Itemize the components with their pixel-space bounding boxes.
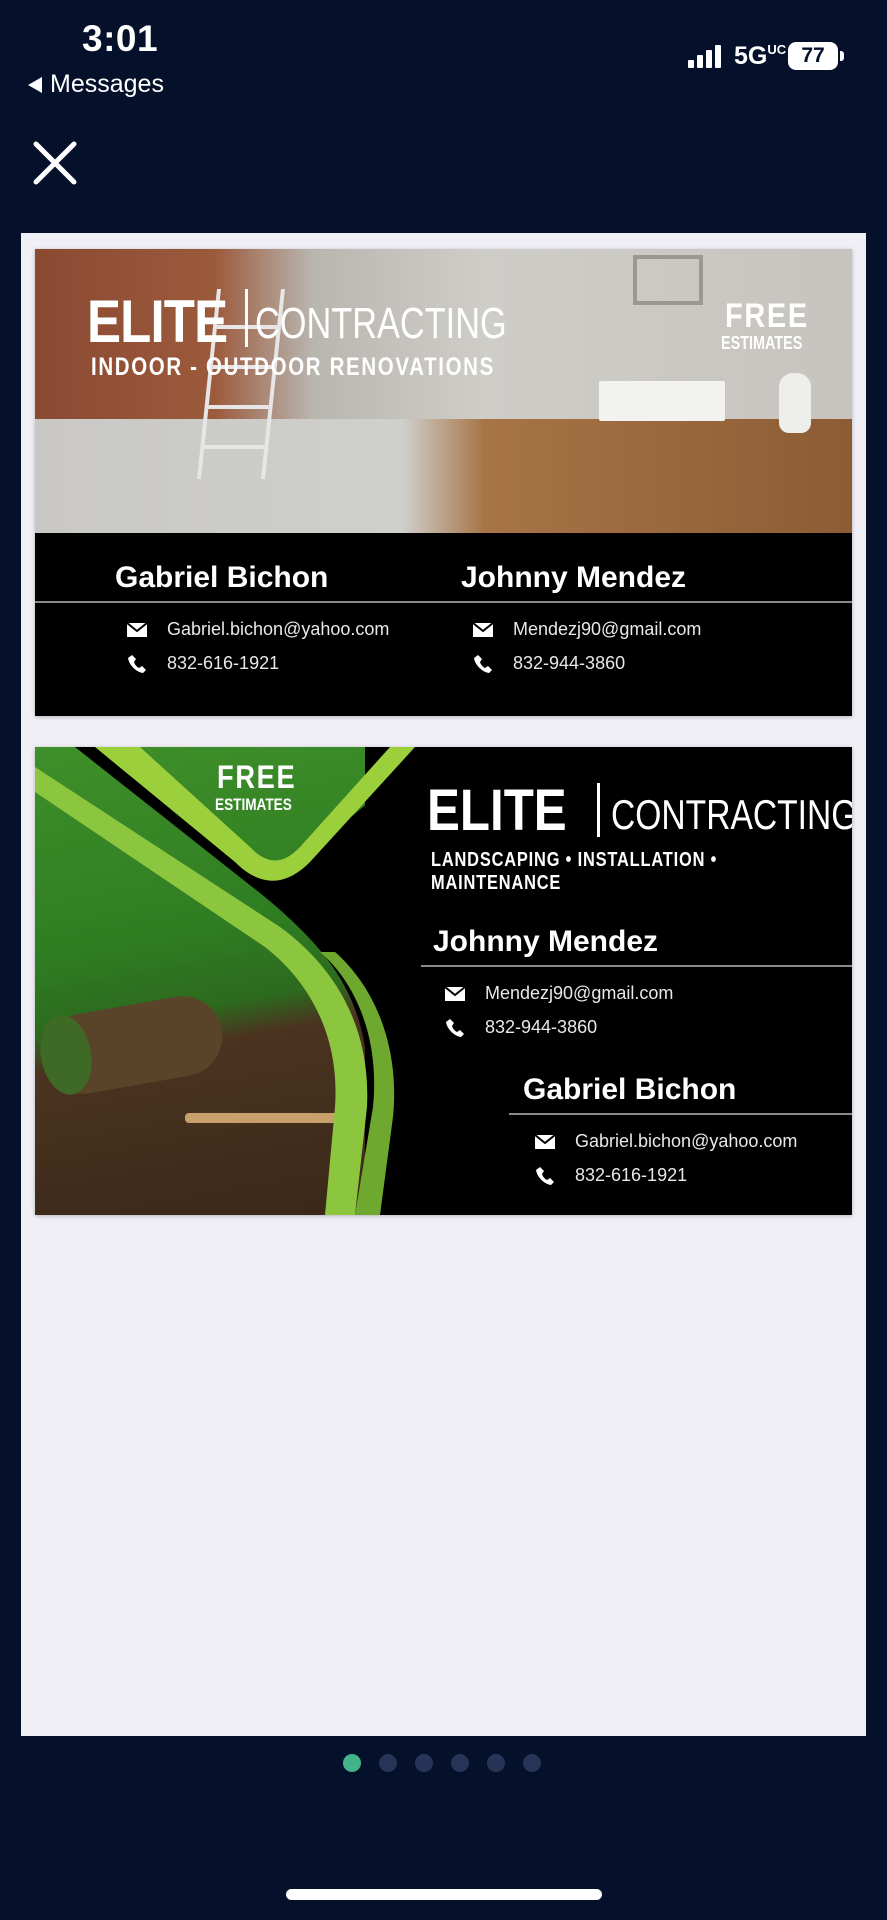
email-text: Mendezj90@gmail.com <box>513 619 702 639</box>
logo-divider <box>597 783 600 837</box>
battery-level: 77 <box>788 42 838 70</box>
phone-icon <box>474 654 492 673</box>
page-dot[interactable] <box>415 1754 433 1772</box>
envelope-icon <box>473 622 493 637</box>
contact-email-row: Mendezj90@gmail.com <box>445 983 673 1004</box>
contact-name: Johnny Mendez <box>433 925 659 958</box>
contact-phone-row: 832-616-1921 <box>535 1165 687 1186</box>
divider <box>509 1113 852 1115</box>
contact-name: Gabriel Bichon <box>523 1073 737 1106</box>
page-dot[interactable] <box>343 1754 361 1772</box>
envelope-icon <box>127 622 147 637</box>
contact-email-row: Mendezj90@gmail.com <box>473 619 701 640</box>
close-icon[interactable] <box>30 138 80 188</box>
phone-text: 832-944-3860 <box>485 1017 598 1037</box>
free-label: FREE <box>725 297 809 335</box>
logo-divider <box>245 289 248 347</box>
tagline: LANDSCAPING • INSTALLATION • MAINTENANCE <box>431 849 718 894</box>
vase <box>779 373 811 433</box>
console-table <box>599 381 725 421</box>
wall-frame <box>633 255 703 305</box>
contact-name: Johnny Mendez <box>461 561 687 594</box>
phone-icon <box>536 1166 554 1185</box>
tagline: INDOOR - OUTDOOR RENOVATIONS <box>91 353 495 381</box>
page-dot[interactable] <box>487 1754 505 1772</box>
page-indicator[interactable] <box>343 1754 541 1772</box>
phone-text: 832-616-1921 <box>575 1165 688 1185</box>
divider <box>35 601 852 603</box>
status-time: 3:01 <box>82 18 159 59</box>
contact-name: Gabriel Bichon <box>115 561 329 594</box>
phone-text: 832-944-3860 <box>513 653 626 673</box>
back-arrow-icon <box>28 76 42 93</box>
free-label: FREE <box>217 759 297 795</box>
envelope-icon <box>445 986 465 1001</box>
phone-icon <box>446 1018 464 1037</box>
estimates-label: ESTIMATES <box>721 333 803 353</box>
phone-text: 832-616-1921 <box>167 653 280 673</box>
brand-sub: CONTRACTING <box>255 299 507 348</box>
battery-tip <box>840 51 844 61</box>
page-dot[interactable] <box>523 1754 541 1772</box>
back-label: Messages <box>50 70 164 98</box>
email-text: Gabriel.bichon@yahoo.com <box>167 619 390 639</box>
contact-email-row: Gabriel.bichon@yahoo.com <box>127 619 389 640</box>
phone-icon <box>128 654 146 673</box>
network-type: 5GUC <box>734 42 787 70</box>
contact-email-row: Gabriel.bichon@yahoo.com <box>535 1131 797 1152</box>
envelope-icon <box>535 1134 555 1149</box>
brand-logo: ELITE <box>87 288 228 355</box>
estimates-label: ESTIMATES <box>215 795 292 814</box>
page-dot[interactable] <box>451 1754 469 1772</box>
floor <box>35 419 852 533</box>
email-text: Gabriel.bichon@yahoo.com <box>575 1131 798 1151</box>
back-to-messages-link[interactable]: Messages <box>28 70 164 99</box>
contact-phone-row: 832-944-3860 <box>445 1017 597 1038</box>
home-indicator[interactable] <box>286 1889 602 1900</box>
divider <box>421 965 852 967</box>
brand-logo: ELITE <box>427 778 567 843</box>
signal-strength-icon <box>688 45 721 68</box>
email-text: Mendezj90@gmail.com <box>485 983 674 1003</box>
business-card-renovations[interactable]: ELITE CONTRACTING INDOOR - OUTDOOR RENOV… <box>35 249 852 716</box>
page-dot[interactable] <box>379 1754 397 1772</box>
business-card-landscaping[interactable]: FREE ESTIMATES ELITE CONTRACTING LANDSCA… <box>35 747 852 1215</box>
contact-phone-row: 832-616-1921 <box>127 653 279 674</box>
brand-sub: CONTRACTING <box>611 791 852 838</box>
contact-phone-row: 832-944-3860 <box>473 653 625 674</box>
